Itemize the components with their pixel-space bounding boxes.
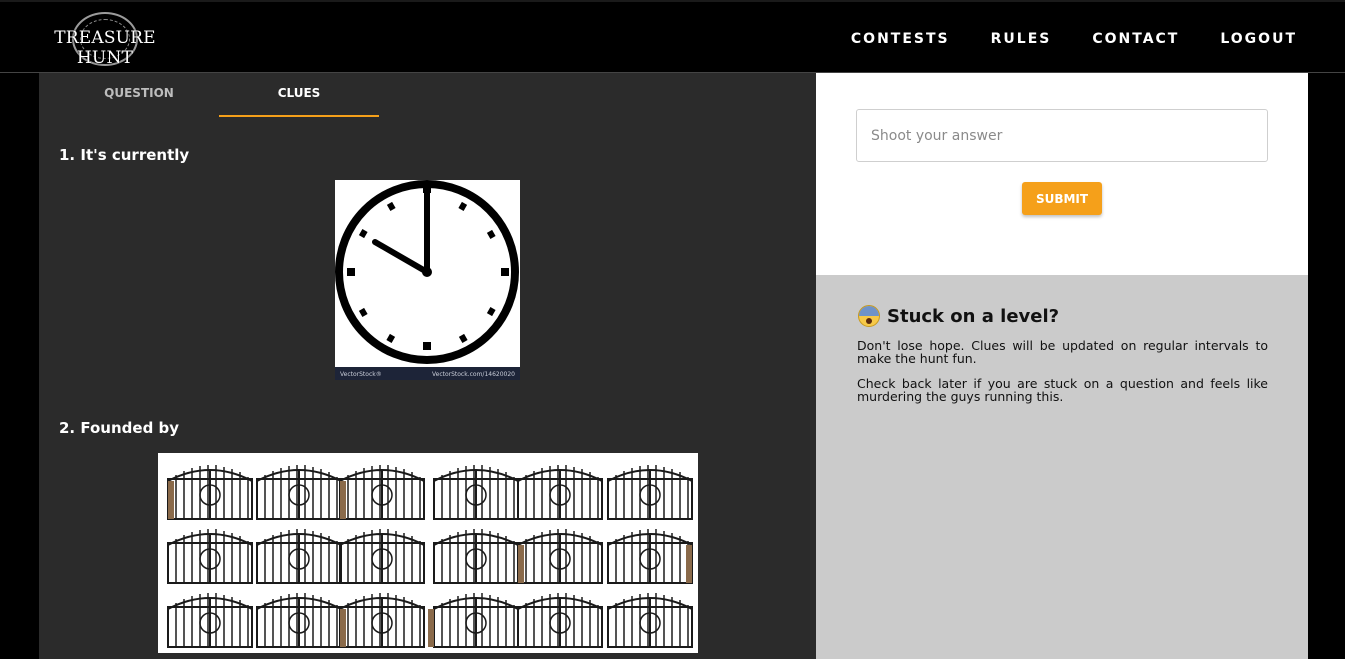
answer-input[interactable]: [856, 109, 1268, 162]
iron-gates-image: [158, 453, 698, 653]
answer-form: SUBMIT: [816, 73, 1308, 275]
help-panel: Stuck on a level? Don't lose hope. Clues…: [816, 275, 1308, 659]
nav-logout-link[interactable]: LOGOUT: [1220, 31, 1297, 47]
clue-1-title: 1. It's currently: [59, 146, 190, 164]
clues-panel: QUESTION CLUES 1. It's currently VectorS…: [39, 73, 816, 659]
treasure-hunt-logo[interactable]: TREASURE HUNT: [30, 10, 180, 68]
submit-button[interactable]: SUBMIT: [1022, 182, 1102, 215]
question-tabs: QUESTION CLUES: [59, 73, 379, 117]
nav-links: CONTESTS RULES CONTACT LOGOUT: [851, 2, 1297, 75]
nav-contests-link[interactable]: CONTESTS: [851, 31, 950, 47]
nav-contact-link[interactable]: CONTACT: [1092, 31, 1179, 47]
watermark-left: VectorStock®: [340, 371, 382, 378]
clue-2-title: 2. Founded by: [59, 419, 180, 437]
help-paragraph-1: Don't lose hope. Clues will be updated o…: [857, 338, 1268, 366]
clock-face-icon: [335, 180, 519, 364]
clock-image: VectorStock® VectorStock.com/14620020: [335, 180, 520, 380]
nav-rules-link[interactable]: RULES: [991, 31, 1052, 47]
watermark-right: VectorStock.com/14620020: [431, 371, 515, 378]
logo-text: TREASURE HUNT: [54, 28, 156, 68]
help-title-text: Stuck on a level?: [887, 305, 1060, 327]
iron-gates-icon: [167, 464, 693, 648]
fearful-face-icon: [858, 305, 880, 327]
help-heading: Stuck on a level?: [858, 305, 1059, 327]
tab-clues[interactable]: CLUES: [219, 73, 379, 117]
help-paragraph-2: Check back later if you are stuck on a q…: [857, 376, 1268, 404]
top-navbar: TREASURE HUNT CONTESTS RULES CONTACT LOG…: [0, 0, 1345, 73]
tab-question[interactable]: QUESTION: [59, 73, 219, 117]
watermark-bar: VectorStock® VectorStock.com/14620020: [335, 367, 520, 380]
